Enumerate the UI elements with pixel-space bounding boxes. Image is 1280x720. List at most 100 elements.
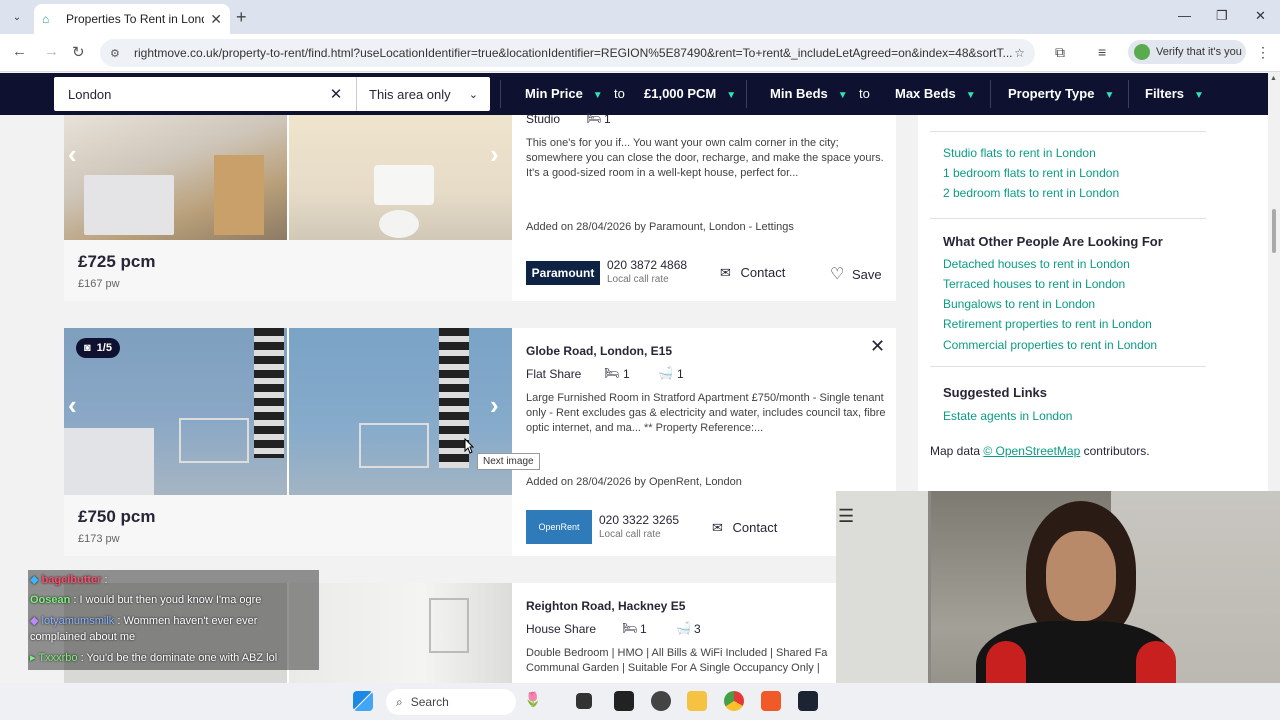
reload-icon[interactable]: ↻ [72, 43, 85, 61]
next-image-icon[interactable]: › [490, 390, 499, 421]
related-link[interactable]: Studio flats to rent in London [943, 146, 1096, 160]
price-per-week: £167 pw [78, 278, 120, 290]
property-address[interactable]: Reighton Road, Hackney E5 [526, 599, 685, 613]
url-bar[interactable]: ⚙ rightmove.co.uk/property-to-rent/find.… [100, 39, 1035, 67]
extensions-icon[interactable]: ⧉ [1055, 44, 1065, 61]
bookmark-star-icon[interactable]: ☆ [1014, 46, 1025, 60]
chrome-icon[interactable] [724, 691, 744, 711]
media-control-icon[interactable]: ≡ [1098, 44, 1106, 60]
added-date: Added on 28/04/2026 by OpenRent, London [526, 476, 742, 488]
property-address[interactable]: Globe Road, London, E15 [526, 344, 672, 358]
contact-button[interactable]: ✉ Contact [712, 520, 777, 536]
agent-phone[interactable]: 020 3322 3265 [599, 513, 679, 527]
agent-logo[interactable]: OpenRent [526, 510, 592, 544]
forward-icon[interactable]: → [44, 43, 59, 60]
chat-text: : [104, 574, 108, 586]
browser-menu-icon[interactable]: ⋮ [1256, 44, 1270, 61]
property-description: This one's for you if... You want your o… [526, 137, 884, 179]
related-link[interactable]: 1 bedroom flats to rent in London [943, 166, 1119, 180]
min-price-select[interactable]: Min Price ▼ [525, 86, 603, 101]
property-photo[interactable] [289, 583, 512, 683]
min-beds-select[interactable]: Min Beds ▼ [770, 86, 848, 101]
chevron-down-icon: ▼ [1104, 90, 1115, 101]
search-icon: ⌕ [396, 694, 403, 709]
search-filter-bar: London ✕ This area only ⌄ Min Price ▼ to £… [0, 73, 1268, 115]
verify-identity-button[interactable]: Verify that it's you [1128, 40, 1246, 64]
task-view-icon[interactable] [576, 693, 592, 709]
brave-icon[interactable] [761, 691, 781, 711]
agent-phone[interactable]: 020 3872 4868 [607, 258, 687, 272]
tab-search-icon[interactable]: ⌄ [6, 7, 28, 27]
map-prefix: Map data [930, 444, 984, 458]
agent-logo[interactable]: Paramount [526, 261, 600, 285]
window-close-icon[interactable]: ✕ [1255, 8, 1266, 24]
divider [500, 80, 501, 108]
map-suffix: contributors. [1080, 444, 1150, 458]
bath-count: 1 [677, 367, 684, 381]
related-link[interactable]: Bungalows to rent in London [943, 297, 1095, 311]
envelope-icon: ✉ [720, 265, 731, 280]
bed-count: 1 [604, 112, 611, 126]
contact-button[interactable]: ✉ Contact [720, 265, 785, 281]
related-link[interactable]: Estate agents in London [943, 409, 1072, 423]
previous-image-icon[interactable]: ‹ [68, 390, 77, 421]
address-toolbar: ← → ↻ ⚙ rightmove.co.uk/property-to-rent… [0, 34, 1280, 72]
app-icon[interactable] [798, 691, 818, 711]
section-heading: Suggested Links [943, 385, 1048, 400]
site-info-icon[interactable]: ⚙ [110, 47, 126, 60]
related-link[interactable]: Detached houses to rent in London [943, 257, 1130, 271]
chat-message: complained about me [30, 631, 135, 643]
location-input[interactable]: London [54, 87, 324, 102]
filters-button[interactable]: Filters ▼ [1145, 86, 1204, 101]
price-area: £725 pcm £167 pw [64, 240, 512, 301]
divider [746, 80, 747, 108]
chat-message: ◆ bagelbutter : [30, 573, 108, 586]
rightmove-favicon-icon: ⌂ [42, 12, 50, 26]
restore-icon[interactable]: ❐ [1216, 8, 1228, 24]
taskbar-search[interactable]: ⌕ Search [386, 689, 516, 715]
property-type-select[interactable]: Property Type ▼ [1008, 86, 1114, 101]
bed-count: 1 [623, 367, 630, 381]
app-icon[interactable] [651, 691, 671, 711]
menu-icon[interactable]: ☰ [838, 506, 854, 527]
next-image-icon[interactable]: › [490, 139, 499, 170]
tab-title: Properties To Rent in London | [66, 12, 204, 26]
save-button[interactable]: ♡ Save [830, 264, 882, 284]
scroll-up-icon[interactable]: ▲ [1270, 75, 1277, 82]
tulip-widget-icon[interactable]: 🌷 [524, 691, 544, 711]
mouse-cursor-icon [464, 438, 474, 454]
chat-badge-icon: ◆ [30, 615, 39, 627]
tab-close-icon[interactable]: ✕ [210, 11, 222, 28]
max-beds-select[interactable]: Max Beds ▼ [895, 86, 976, 101]
windows-taskbar: ⌕ Search 🌷 [0, 683, 1280, 720]
property-photo[interactable] [64, 115, 287, 240]
scrollbar-thumb[interactable] [1272, 209, 1276, 253]
related-link[interactable]: 2 bedroom flats to rent in London [943, 186, 1119, 200]
profile-avatar-icon [1134, 44, 1150, 60]
related-link[interactable]: Retirement properties to rent in London [943, 317, 1152, 331]
windows-start-icon[interactable] [353, 691, 373, 711]
price-area: £750 pcm £173 pw [64, 495, 512, 556]
max-price-select[interactable]: £1,000 PCM ▼ [644, 86, 736, 101]
next-image-tooltip: Next image [477, 453, 540, 470]
chevron-down-icon: ▼ [837, 90, 848, 101]
added-date: Added on 28/04/2026 by Paramount, London… [526, 221, 794, 233]
file-explorer-icon[interactable] [687, 691, 707, 711]
back-icon[interactable]: ← [12, 43, 27, 60]
property-photo[interactable] [289, 115, 512, 240]
related-link[interactable]: Commercial properties to rent in London [943, 338, 1157, 352]
clear-location-icon[interactable]: ✕ [324, 85, 348, 103]
price: £750 pcm [78, 507, 156, 526]
camera-icon: ◙ [84, 342, 91, 354]
radius-select[interactable]: This area only ⌄ [356, 77, 490, 111]
hide-property-icon[interactable]: ✕ [870, 336, 885, 357]
minimize-icon[interactable]: — [1178, 8, 1191, 23]
app-icon[interactable] [614, 691, 634, 711]
openstreetmap-link[interactable]: © OpenStreetMap [983, 444, 1080, 458]
new-tab-icon[interactable]: + [236, 7, 247, 28]
chat-message: ▸ Txxxrbo : You'd be the dominate one wi… [30, 651, 277, 664]
divider [1128, 80, 1129, 108]
browser-tab[interactable]: ⌂ Properties To Rent in London | ✕ [34, 4, 230, 34]
related-link[interactable]: Terraced houses to rent in London [943, 277, 1125, 291]
previous-image-icon[interactable]: ‹ [68, 139, 77, 170]
